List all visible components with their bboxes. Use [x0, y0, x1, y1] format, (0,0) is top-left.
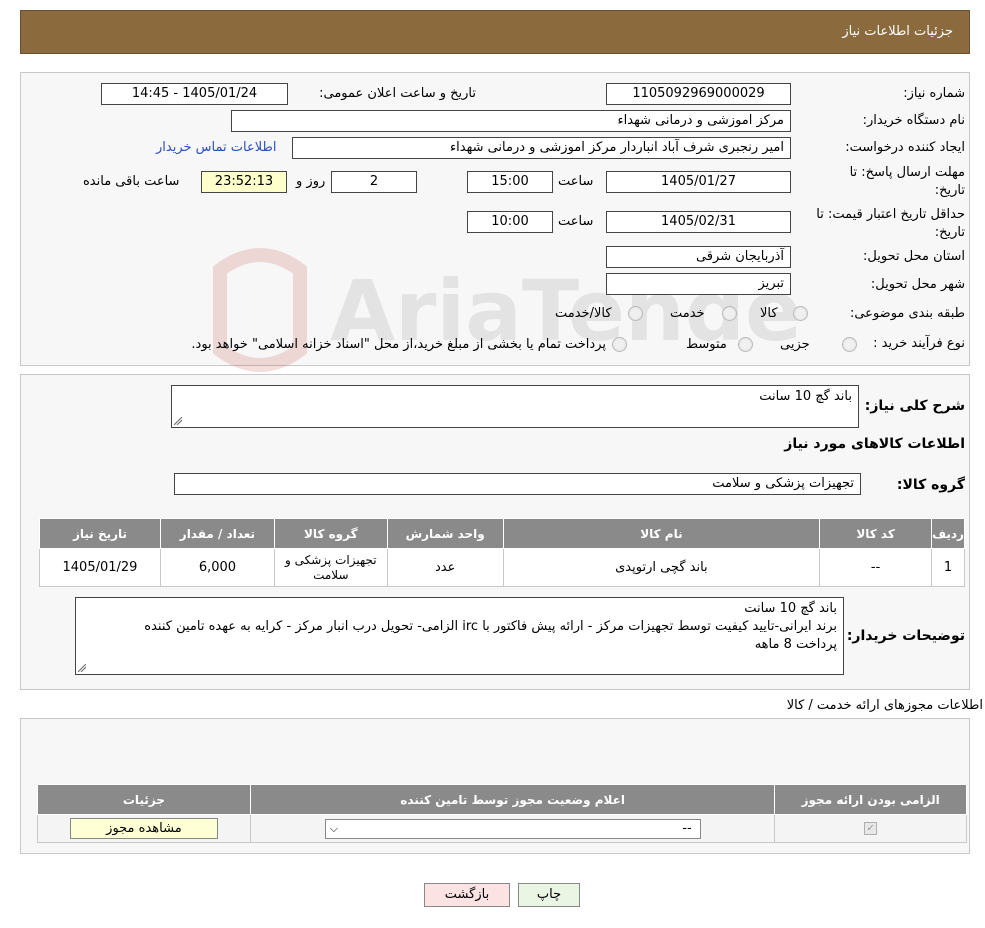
buyer-notes-line: پرداخت 8 ماهه — [754, 637, 837, 652]
cell-details: مشاهده مجوز — [37, 814, 251, 843]
buyer-notes-line: برند ایرانی-تایید کیفیت توسط تجهیزات مرک… — [144, 619, 837, 634]
process-note: پرداخت تمام یا بخشی از مبلغ خرید،از محل … — [191, 337, 606, 352]
province-label: استان محل تحویل: — [863, 249, 965, 264]
city-field: تبریز — [606, 273, 791, 295]
days-label: روز و — [296, 174, 326, 189]
category-label: طبقه بندی موضوعی: — [849, 306, 965, 321]
page-title: جزئیات اطلاعات نیاز — [842, 24, 953, 39]
process-partial-radio[interactable] — [842, 337, 857, 352]
col-required: الزامی بودن ارائه مجوز — [774, 784, 967, 815]
goods-info-title: اطلاعات کالاهای مورد نیاز — [784, 436, 965, 452]
buyer-notes-line: باند گچ 10 سانت — [744, 601, 837, 616]
permit-status-select[interactable]: -- ⌵ — [324, 818, 701, 839]
cell-qty: 6,000 — [159, 548, 275, 587]
col-date: تاریخ نیاز — [39, 518, 161, 549]
cell-group: تجهیزات پزشکی و سلامت — [273, 548, 388, 587]
deadline-label: مهلت ارسال پاسخ: تا — [849, 165, 965, 180]
buyer-org-field: مرکز اموزشی و درمانی شهداء — [231, 110, 791, 132]
cell-code: -- — [819, 548, 933, 587]
col-code: کد کالا — [819, 518, 933, 549]
category-goods-service-radio[interactable] — [628, 306, 643, 321]
validity-label: حداقل تاریخ اعتبار قیمت: تا — [816, 207, 965, 222]
col-qty: تعداد / مقدار — [159, 518, 275, 549]
permits-table-header: الزامی بودن ارائه مجوز اعلام وضعیت مجوز … — [37, 784, 967, 815]
chevron-down-icon: ⌵ — [329, 821, 338, 835]
cell-name: باند گچی ارتوپدی — [502, 548, 821, 587]
remaining-time-field: 23:52:13 — [201, 171, 287, 193]
validity-date-field: 1405/02/31 — [606, 211, 791, 233]
deadline-time-label: ساعت — [558, 174, 594, 189]
process-medium-radio[interactable] — [738, 337, 753, 352]
process-treasury-checkbox[interactable] — [612, 337, 627, 352]
cell-unit: عدد — [386, 548, 504, 587]
back-button[interactable]: بازگشت — [424, 883, 510, 907]
validity-time-label: ساعت — [558, 214, 594, 229]
province-field: آذربایجان شرقی — [606, 246, 791, 268]
goods-group-label: گروه کالا: — [896, 477, 965, 493]
cell-required: ✓ — [774, 814, 967, 843]
view-permit-button[interactable]: مشاهده مجوز — [69, 818, 218, 839]
announce-date-field: 1405/01/24 - 14:45 — [101, 83, 288, 105]
table-row: ✓ -- ⌵ مشاهده مجوز — [37, 814, 967, 843]
validity-label-date: تاریخ: — [934, 225, 965, 240]
deadline-label-date: تاریخ: — [934, 183, 965, 198]
category-service-radio[interactable] — [722, 306, 737, 321]
goods-table-header: ردیف کد کالا نام کالا واحد شمارش گروه کا… — [39, 518, 965, 549]
city-label: شهر محل تحویل: — [870, 277, 965, 292]
permits-table: الزامی بودن ارائه مجوز اعلام وضعیت مجوز … — [37, 784, 967, 843]
category-goods-service-label: کالا/خدمت — [555, 306, 612, 321]
col-name: نام کالا — [502, 518, 821, 549]
category-service-label: خدمت — [670, 306, 705, 321]
goods-table: ردیف کد کالا نام کالا واحد شمارش گروه کا… — [39, 518, 965, 587]
required-checkbox[interactable]: ✓ — [864, 822, 878, 835]
cell-status: -- ⌵ — [249, 814, 776, 843]
table-row: 1 -- باند گچی ارتوپدی عدد تجهیزات پزشکی … — [39, 548, 965, 587]
need-number-label: شماره نیاز: — [903, 86, 965, 101]
general-desc-text: باند گچ 10 سانت — [759, 389, 852, 404]
creator-label: ایجاد کننده درخواست: — [845, 140, 965, 155]
buyer-org-label: نام دستگاه خریدار: — [862, 113, 965, 128]
col-unit: واحد شمارش — [386, 518, 504, 549]
resize-grip-icon — [78, 664, 86, 672]
general-desc-label: شرح کلی نیاز: — [864, 398, 965, 414]
category-goods-radio[interactable] — [793, 306, 808, 321]
resize-grip-icon — [174, 417, 182, 425]
process-partial-label: جزیی — [780, 337, 810, 352]
col-row: ردیف — [931, 518, 965, 549]
remaining-time-label: ساعت باقی مانده — [83, 174, 180, 189]
col-details: جزئیات — [37, 784, 251, 815]
buyer-notes-label: توضیحات خریدار: — [846, 628, 965, 644]
permit-status-value: -- — [682, 820, 692, 836]
creator-field: امیر رنجبری شرف آباد انباردار مرکز اموزش… — [292, 137, 791, 159]
days-remaining-field: 2 — [331, 171, 417, 193]
print-button[interactable]: چاپ — [518, 883, 580, 907]
announce-date-label: تاریخ و ساعت اعلان عمومی: — [319, 86, 476, 101]
buyer-notes-field[interactable]: باند گچ 10 سانت برند ایرانی-تایید کیفیت … — [75, 597, 844, 675]
validity-time-field: 10:00 — [467, 211, 553, 233]
buyer-contact-link[interactable]: اطلاعات تماس خریدار — [156, 140, 276, 155]
general-desc-field[interactable]: باند گچ 10 سانت — [171, 385, 859, 428]
goods-group-field: تجهیزات پزشکی و سلامت — [174, 473, 861, 495]
process-label: نوع فرآیند خرید : — [873, 336, 965, 351]
cell-date: 1405/01/29 — [39, 548, 161, 587]
category-goods-label: کالا — [760, 306, 778, 321]
process-medium-label: متوسط — [686, 337, 727, 352]
deadline-time-field: 15:00 — [467, 171, 553, 193]
page-header: جزئیات اطلاعات نیاز — [20, 10, 970, 54]
deadline-date-field: 1405/01/27 — [606, 171, 791, 193]
col-group: گروه کالا — [273, 518, 388, 549]
cell-row: 1 — [931, 548, 965, 587]
col-status: اعلام وضعیت مجوز توسط تامین کننده — [249, 784, 776, 815]
need-number-field: 1105092969000029 — [606, 83, 791, 105]
permits-title: اطلاعات مجوزهای ارائه خدمت / کالا — [786, 698, 983, 713]
